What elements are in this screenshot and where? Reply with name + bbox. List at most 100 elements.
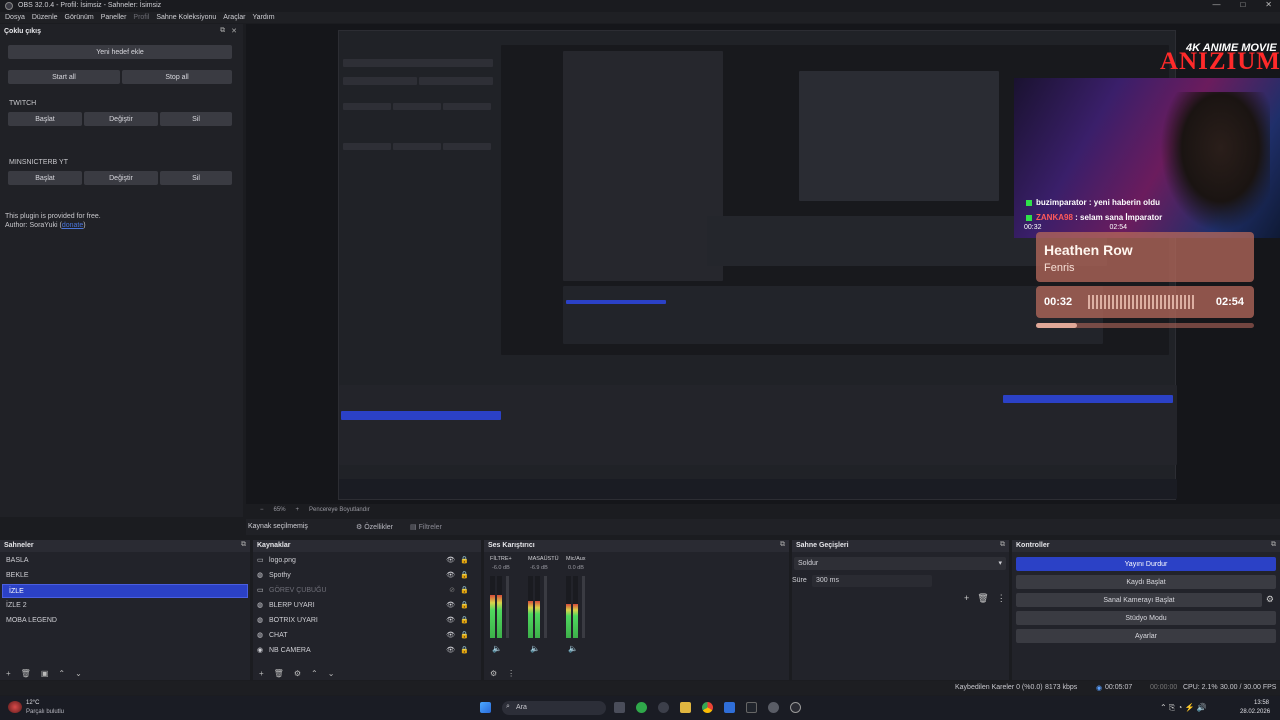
source-item[interactable]: ◉ NB CAMERA 👁 🔒 [253, 644, 481, 658]
move-down-icon[interactable]: ⌄ [328, 669, 335, 678]
source-item[interactable]: ▭ logo.png 👁 🔒 [253, 554, 481, 568]
scene-item[interactable]: MOBA LEGEND [0, 614, 250, 628]
menu-file[interactable]: Dosya [5, 14, 25, 21]
minimize-button[interactable]: — [1212, 0, 1220, 9]
move-up-icon[interactable]: ⌃ [58, 669, 65, 678]
move-down-icon[interactable]: ⌄ [75, 669, 82, 678]
volume-fader[interactable] [582, 576, 585, 638]
speaker-icon[interactable]: 🔈 [492, 644, 502, 653]
task-view-icon[interactable] [614, 702, 625, 713]
duration-input[interactable]: 300 ms [812, 575, 932, 587]
lock-icon[interactable]: 🔒 [460, 629, 469, 643]
steam-icon[interactable] [658, 702, 669, 713]
youtube-start-button[interactable]: Başlat [8, 171, 82, 185]
dock-float-icon[interactable]: ⧉ [1000, 541, 1005, 549]
menu-profile[interactable]: Profil [133, 14, 149, 21]
source-item-hidden[interactable]: ▭ GÖREV ÇUBUĞU ⊘ 🔒 [253, 584, 481, 598]
xbox-icon[interactable] [636, 702, 647, 713]
chrome-icon[interactable] [702, 702, 713, 713]
scene-item[interactable]: İZLE 2 [0, 599, 250, 613]
settings-app-icon[interactable] [768, 702, 779, 713]
menu-help[interactable]: Yardım [252, 14, 274, 21]
transition-select[interactable]: Soldur ▾ [794, 557, 1006, 570]
volume-fader[interactable] [544, 576, 547, 638]
close-icon[interactable]: ✕ [231, 27, 237, 35]
stop-stream-button[interactable]: Yayını Durdur [1016, 557, 1276, 571]
windows-start-icon[interactable] [480, 702, 491, 713]
file-explorer-icon[interactable] [680, 702, 691, 713]
speaker-icon[interactable]: 🔈 [530, 644, 540, 653]
word-icon[interactable] [724, 702, 735, 713]
add-scene-icon[interactable]: + [6, 669, 11, 678]
dock-float-icon[interactable]: ⧉ [241, 541, 246, 549]
lock-icon[interactable]: 🔒 [460, 569, 469, 583]
menu-docks[interactable]: Paneller [101, 14, 127, 21]
search-placeholder: Ara [516, 704, 527, 711]
move-up-icon[interactable]: ⌃ [311, 669, 318, 678]
add-target-button[interactable]: Yeni hedef ekle [8, 45, 232, 59]
menu-view[interactable]: Görünüm [65, 14, 94, 21]
stop-all-button[interactable]: Stop all [122, 70, 232, 84]
properties-button[interactable]: ⚙ Özellikler [356, 523, 393, 531]
maximize-button[interactable]: □ [1240, 0, 1245, 9]
remove-source-icon[interactable]: 🗑 [274, 669, 284, 678]
close-button[interactable]: ✕ [1265, 0, 1272, 9]
mixer-settings-icon[interactable]: ⚙ [490, 669, 497, 678]
eye-icon[interactable]: 👁 [446, 569, 455, 583]
remove-transition-icon[interactable]: 🗑 [977, 593, 988, 604]
volume-fader[interactable] [506, 576, 509, 638]
float-icon[interactable]: ⧉ [220, 27, 225, 35]
add-transition-icon[interactable]: + [964, 593, 969, 604]
remove-scene-icon[interactable]: 🗑 [21, 669, 31, 678]
zoom-in-icon[interactable]: + [296, 507, 300, 513]
source-settings-icon[interactable]: ⚙ [294, 669, 301, 678]
scene-item[interactable]: BEKLE [0, 569, 250, 583]
eye-closed-icon[interactable]: ⊘ [449, 584, 455, 598]
eye-icon[interactable]: 👁 [446, 614, 455, 628]
fit-window-button[interactable]: Pencereye Boyutlandır [309, 507, 370, 513]
twitch-start-button[interactable]: Başlat [8, 112, 82, 126]
eye-icon[interactable]: 👁 [446, 629, 455, 643]
settings-button[interactable]: Ayarlar [1016, 629, 1276, 643]
eye-icon[interactable]: 👁 [446, 554, 455, 568]
scene-filter-icon[interactable]: ▣ [41, 669, 49, 678]
scene-item[interactable]: BASLA [0, 554, 250, 568]
source-item[interactable]: ◍ BOTRIX UYARI 👁 🔒 [253, 614, 481, 628]
eye-icon[interactable]: 👁 [446, 644, 455, 658]
studio-mode-button[interactable]: Stüdyo Modu [1016, 611, 1276, 625]
taskbar-search[interactable]: Ara ⌕ [502, 701, 606, 715]
add-source-icon[interactable]: + [259, 669, 264, 678]
lock-icon[interactable]: 🔒 [460, 644, 469, 658]
mixer-menu-icon[interactable]: ⋮ [507, 669, 515, 678]
menu-edit[interactable]: Düzenle [32, 14, 58, 21]
source-item[interactable]: ◍ CHAT 👁 🔒 [253, 629, 481, 643]
lock-icon[interactable]: 🔒 [460, 614, 469, 628]
transition-menu-icon[interactable]: ⋮ [997, 593, 1006, 604]
obs-app-icon[interactable] [790, 702, 801, 713]
filters-button[interactable]: ▤ Filtreler [410, 523, 442, 531]
dock-float-icon[interactable]: ⧉ [780, 541, 785, 549]
twitch-edit-button[interactable]: Değiştir [84, 112, 158, 126]
speaker-icon[interactable]: 🔈 [568, 644, 578, 653]
lock-icon[interactable]: 🔒 [460, 584, 469, 598]
youtube-edit-button[interactable]: Değiştir [84, 171, 158, 185]
system-tray-icons[interactable]: ⌃ ⎘ ◔ ⚡ 🔊 [1160, 703, 1207, 713]
zoom-out-icon[interactable]: − [260, 507, 264, 513]
source-item[interactable]: ◍ Spothy 👁 🔒 [253, 569, 481, 583]
start-virtual-camera-button[interactable]: Sanal Kamerayı Başlat [1016, 593, 1262, 607]
start-all-button[interactable]: Start all [8, 70, 120, 84]
donate-link[interactable]: donate [62, 222, 83, 229]
lock-icon[interactable]: 🔒 [460, 554, 469, 568]
youtube-delete-button[interactable]: Sil [160, 171, 232, 185]
virtual-camera-gear-icon[interactable]: ⚙ [1266, 594, 1274, 605]
twitch-delete-button[interactable]: Sil [160, 112, 232, 126]
menu-tools[interactable]: Araçlar [223, 14, 245, 21]
menu-scene-collection[interactable]: Sahne Koleksiyonu [156, 14, 216, 21]
dock-float-icon[interactable]: ⧉ [1271, 541, 1276, 549]
eye-icon[interactable]: 👁 [446, 599, 455, 613]
epic-games-icon[interactable] [746, 702, 757, 713]
start-recording-button[interactable]: Kaydı Başlat [1016, 575, 1276, 589]
source-item[interactable]: ◍ BLERP UYARI 👁 🔒 [253, 599, 481, 613]
lock-icon[interactable]: 🔒 [460, 599, 469, 613]
scene-item-selected[interactable]: İZLE [2, 584, 248, 598]
